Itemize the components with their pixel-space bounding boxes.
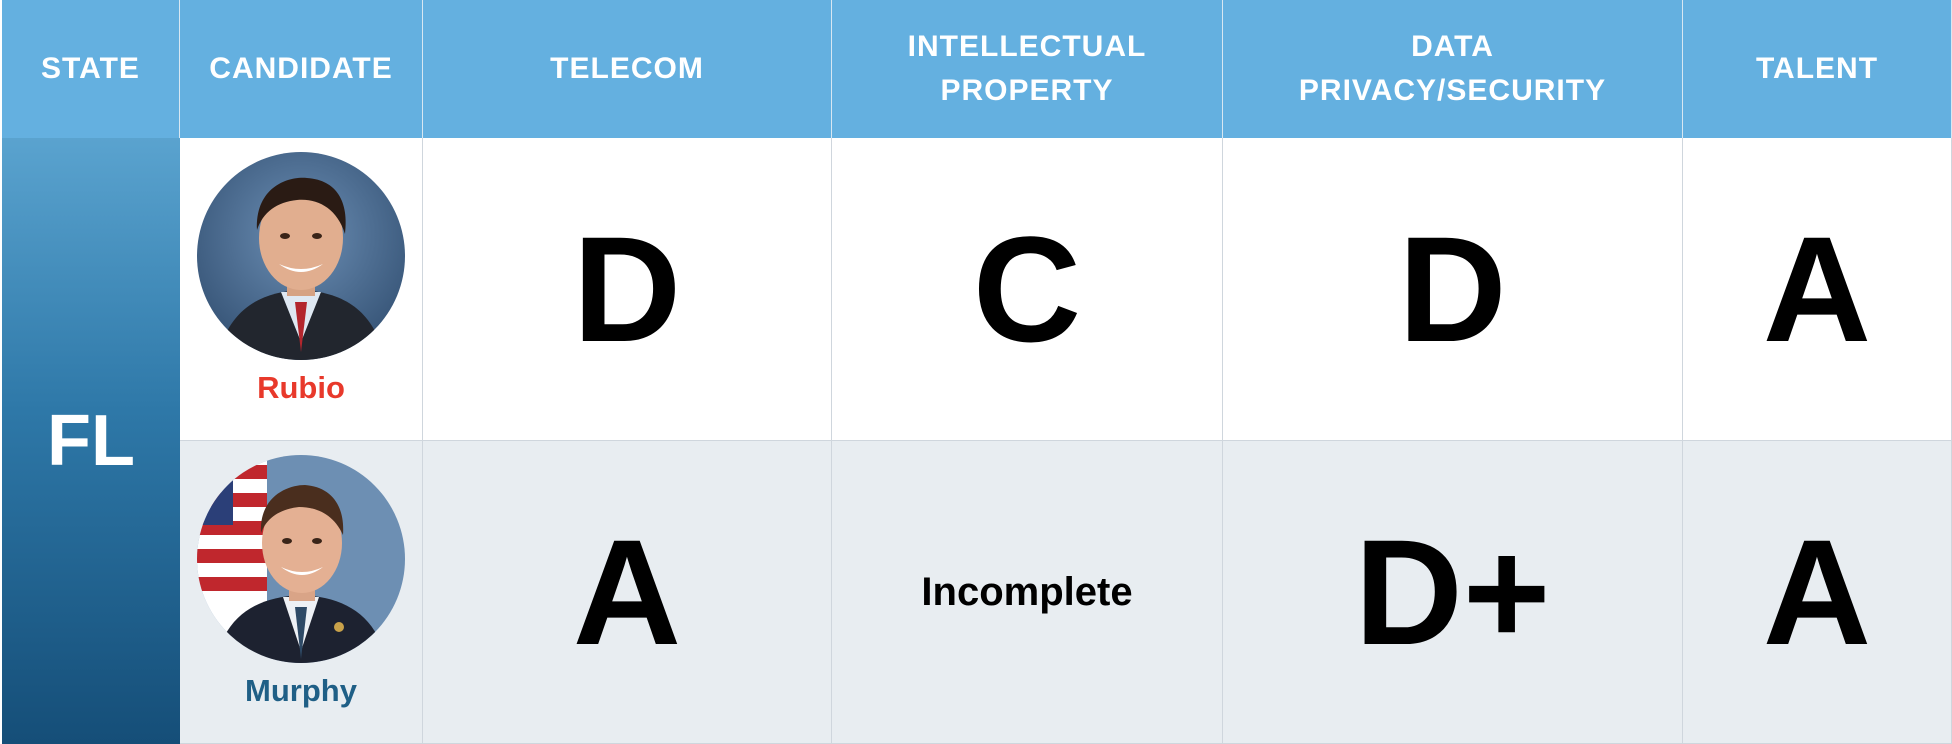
avatar-rubio bbox=[197, 152, 405, 360]
grade-murphy-telecom: A bbox=[423, 441, 832, 744]
candidate-cell-rubio: Rubio bbox=[180, 138, 423, 441]
grade-rubio-talent: A bbox=[1683, 138, 1952, 441]
avatar-murphy bbox=[197, 455, 405, 663]
header-candidate: CANDIDATE bbox=[180, 0, 423, 138]
header-state: STATE bbox=[0, 0, 180, 138]
grade-rubio-telecom: D bbox=[423, 138, 832, 441]
grade-murphy-data-privacy: D+ bbox=[1223, 441, 1683, 744]
header-intellectual-property: INTELLECTUAL PROPERTY bbox=[832, 0, 1223, 138]
candidate-name-rubio: Rubio bbox=[257, 370, 345, 405]
portrait-rubio-image bbox=[197, 152, 405, 360]
report-card-table: STATE CANDIDATE TELECOM INTELLECTUAL PRO… bbox=[0, 0, 1952, 744]
grade-murphy-intellectual-property: Incomplete bbox=[832, 441, 1223, 744]
candidate-cell-murphy: Murphy bbox=[180, 441, 423, 744]
header-talent: TALENT bbox=[1683, 0, 1952, 138]
header-data-privacy-security: DATA PRIVACY/SECURITY bbox=[1223, 0, 1683, 138]
grade-rubio-intellectual-property: C bbox=[832, 138, 1223, 441]
header-telecom: TELECOM bbox=[423, 0, 832, 138]
portrait-murphy-image bbox=[197, 455, 405, 663]
state-cell: FL bbox=[0, 138, 180, 744]
grade-murphy-talent: A bbox=[1683, 441, 1952, 744]
candidate-name-murphy: Murphy bbox=[245, 673, 357, 708]
grade-rubio-data-privacy: D bbox=[1223, 138, 1683, 441]
